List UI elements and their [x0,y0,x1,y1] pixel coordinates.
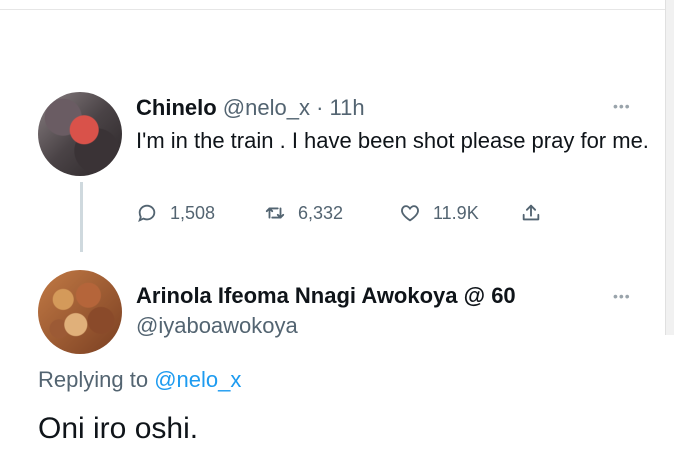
author-handle[interactable]: @nelo_x [223,95,310,120]
tweet-header: Chinelo @nelo_x · 11h [136,94,365,122]
tweet-header: Arinola Ifeoma Nnagi Awokoya @ 60 [136,282,516,310]
replying-prefix: Replying to [38,367,155,392]
avatar[interactable] [38,270,122,354]
retweet-count: 6,332 [298,202,344,223]
reply-icon [138,204,156,223]
replying-to: Replying to @nelo_x [38,366,241,394]
author-name[interactable]: Arinola Ifeoma Nnagi Awokoya @ 60 [136,283,516,308]
retweet-icon [265,207,285,219]
retweet-button[interactable]: 6,332 [264,202,343,224]
page: Chinelo @nelo_x · 11h ••• I'm in the tra… [0,0,674,466]
like-button[interactable]: 11.9K [399,202,479,224]
more-icon[interactable]: ••• [613,288,631,304]
tweet-text: Oni iro oshi. [38,412,199,445]
more-icon[interactable]: ••• [613,98,631,114]
thread-line [80,182,83,252]
scrollbar[interactable] [665,0,674,335]
like-icon [401,205,419,222]
timestamp[interactable]: 11h [330,95,365,120]
share-button[interactable] [520,202,554,224]
reply-count: 1,508 [170,202,216,223]
reply-button[interactable]: 1,508 [136,202,215,224]
top-divider [0,9,674,10]
tweet-text: I'm in the train . I have been shot plea… [136,128,649,153]
share-icon [522,204,540,221]
mention-link[interactable]: @nelo_x [154,367,241,392]
action-bar: 1,508 6,332 11.9K [136,202,616,228]
like-count: 11.9K [433,202,479,223]
separator-dot: · [309,95,330,120]
author-name[interactable]: Chinelo [136,95,217,120]
avatar[interactable] [38,92,122,176]
author-handle[interactable]: @iyaboawokoya [136,312,298,340]
